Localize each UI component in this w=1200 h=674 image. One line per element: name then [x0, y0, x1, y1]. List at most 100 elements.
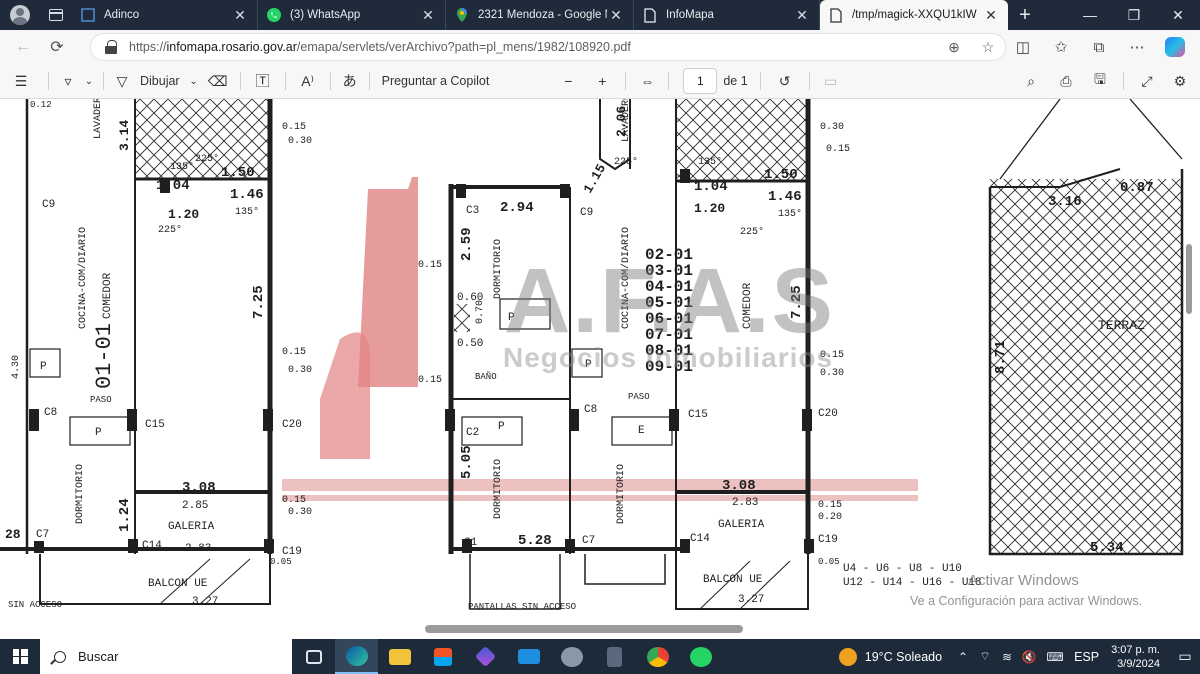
draw-icon[interactable]: ▽ [110, 64, 134, 99]
weather-icon[interactable] [838, 647, 857, 666]
dimension: 1.50 [221, 165, 255, 181]
contents-icon[interactable]: ☰ [0, 64, 42, 99]
task-view-icon[interactable] [292, 639, 335, 674]
weather-text[interactable]: 19°C Soleado [865, 650, 942, 664]
eraser-icon[interactable]: ⌫ [202, 64, 234, 99]
ask-copilot-button[interactable]: Preguntar a Copilot [376, 64, 496, 99]
fullscreen-icon[interactable]: ⤢ [1130, 64, 1164, 99]
print-icon[interactable]: ⎙ [1049, 64, 1083, 99]
favorites-icon[interactable]: ✩ [1042, 38, 1080, 56]
close-icon[interactable]: ✕ [231, 7, 249, 24]
text-box-icon[interactable]: 🅃 [247, 64, 279, 99]
dimension: 5.05 [459, 445, 475, 479]
dimension: 135° [778, 208, 802, 220]
speaker-muted-icon[interactable]: 🔇 [1018, 650, 1040, 664]
chevron-up-icon[interactable]: ⌃ [952, 650, 974, 664]
media-icon[interactable] [550, 639, 593, 674]
zoom-in-icon[interactable]: + [585, 64, 619, 99]
file-explorer-icon[interactable] [378, 639, 421, 674]
draw-button[interactable]: Dibujar [134, 64, 186, 99]
dimension: 5.34 [1090, 540, 1124, 556]
calculator-icon[interactable] [593, 639, 636, 674]
copilot-icon[interactable] [1165, 37, 1185, 57]
more-icon[interactable]: ⋯ [1118, 38, 1156, 56]
read-aloud-icon[interactable]: A⁾ [292, 64, 324, 99]
tab-infomapa[interactable]: InfoMapa ✕ [634, 0, 820, 30]
store-icon[interactable] [421, 639, 464, 674]
close-icon[interactable]: ✕ [982, 7, 1000, 24]
chevron-down-icon[interactable]: ⌄ [186, 64, 202, 99]
vertical-scrollbar[interactable] [1186, 244, 1192, 314]
translate-icon[interactable]: あ [337, 64, 363, 99]
tab-label: InfoMapa [666, 9, 714, 21]
favorite-star-icon[interactable]: ☆ [971, 39, 1005, 56]
notifications-icon[interactable]: ▭ [1170, 648, 1200, 665]
close-icon[interactable]: ✕ [607, 7, 625, 24]
horizontal-scrollbar[interactable] [425, 625, 743, 633]
dimension: 3.16 [1048, 194, 1082, 210]
clock[interactable]: 3:07 p. m. 3/9/2024 [1111, 643, 1160, 671]
page-number-input[interactable]: 1 [683, 68, 718, 94]
edge-icon[interactable] [335, 639, 378, 674]
dimension: 135° [170, 161, 194, 173]
dimension: 4.30 [11, 355, 22, 379]
fit-page-icon[interactable]: ⇔ [632, 64, 662, 99]
refresh-button[interactable]: ⟳ [40, 30, 74, 64]
chrome-icon[interactable] [636, 639, 679, 674]
minimize-button[interactable]: — [1068, 0, 1112, 30]
clock-date: 3/9/2024 [1117, 657, 1160, 670]
units-note: U12 - U14 - U16 - U18 [843, 577, 982, 589]
rotate-icon[interactable]: ↺ [767, 64, 803, 99]
window-controls: — ❐ ✕ [1068, 0, 1200, 30]
activation-subtitle: Ve a Configuración para activar Windows. [910, 594, 1143, 608]
start-button[interactable] [0, 639, 40, 674]
profile-button[interactable] [0, 0, 40, 30]
room-label: LAVADERO [93, 99, 104, 139]
collections-icon[interactable]: ⧉ [1080, 39, 1118, 56]
tab-pdf-active[interactable]: /tmp/magick-XXQU1kIW ✕ [820, 0, 1008, 30]
chevron-down-icon[interactable]: ⌄ [81, 64, 97, 99]
column-label: C14 [142, 540, 162, 552]
tab-actions-button[interactable] [40, 0, 72, 30]
close-window-button[interactable]: ✕ [1156, 0, 1200, 30]
network-icon[interactable]: ⌔ [974, 649, 996, 664]
column-label: C14 [690, 533, 710, 545]
room-label: SIN ACCESO [8, 600, 62, 610]
dimension: 0.30 [820, 122, 844, 133]
page-view-icon[interactable]: ▭ [816, 64, 846, 99]
keyboard-icon[interactable]: ⌨ [1040, 650, 1070, 664]
dimension: 3.27 [192, 596, 218, 608]
search-icon[interactable]: ⌕ [1013, 64, 1049, 99]
whatsapp-taskbar-icon[interactable] [679, 639, 722, 674]
column-label: C3 [466, 205, 479, 217]
tab-adinco[interactable]: Adinco ✕ [72, 0, 258, 30]
close-icon[interactable]: ✕ [793, 7, 811, 24]
highlight-icon[interactable]: ▿ [55, 64, 81, 99]
settings-gear-icon[interactable]: ⚙ [1164, 64, 1196, 99]
room-label: DORMITORIO [493, 459, 504, 519]
dimension: 0.15 [282, 347, 306, 358]
split-screen-icon[interactable]: ◫ [1004, 38, 1042, 56]
tab-whatsapp[interactable]: (3) WhatsApp ✕ [258, 0, 446, 30]
pdf-viewport[interactable]: 01-01 COMEDOR COCINA-COM/DIARIO DORMITOR… [0, 99, 1200, 639]
url-input[interactable]: https://infomapa.rosario.gov.ar/emapa/se… [90, 33, 1006, 61]
tab-label: /tmp/magick-XXQU1kIW [852, 9, 977, 21]
close-icon[interactable]: ✕ [419, 7, 437, 24]
language-indicator[interactable]: ESP [1074, 650, 1099, 664]
dimension: 1.15 [580, 161, 609, 196]
divider [239, 72, 241, 90]
taskbar-search[interactable]: Buscar [40, 639, 292, 674]
wifi-icon[interactable]: ≋ [996, 650, 1018, 664]
save-icon[interactable]: 🖫 [1083, 64, 1117, 99]
new-tab-button[interactable]: + [1008, 0, 1042, 30]
tab-strip: Adinco ✕ (3) WhatsApp ✕ 2321 Mendoza - G… [0, 0, 1200, 30]
zoom-out-icon[interactable]: − [551, 64, 585, 99]
back-button[interactable]: ← [6, 30, 40, 64]
tab-google-maps[interactable]: 2321 Mendoza - Google Ma ✕ [446, 0, 634, 30]
copilot-taskbar-icon[interactable] [464, 639, 507, 674]
restore-button[interactable]: ❐ [1112, 0, 1156, 30]
column-label: C9 [580, 207, 593, 219]
url-host: infomapa.rosario.gov.ar [166, 40, 297, 54]
zoom-icon[interactable]: ⊕ [937, 39, 971, 56]
mail-icon[interactable] [507, 639, 550, 674]
